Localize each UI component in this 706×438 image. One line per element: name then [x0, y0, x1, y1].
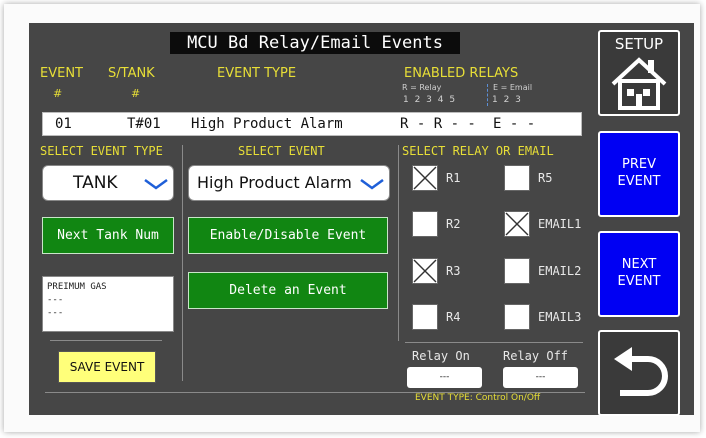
right-small-divider [405, 342, 583, 343]
relay-3-checkbox[interactable] [412, 258, 438, 284]
left-small-divider [50, 340, 162, 341]
relay-5-checkbox[interactable] [504, 165, 530, 191]
next-event-label-line1: NEXT [621, 257, 657, 272]
email-1-label: EMAIL1 [538, 217, 582, 231]
header-event: EVENT [40, 66, 83, 81]
event-relays: R - R - - [400, 116, 476, 132]
event-type-note: EVENT TYPE: Control On/Off [415, 393, 541, 403]
relay-3-label: R3 [446, 264, 461, 278]
delete-event-button[interactable]: Delete an Event [188, 272, 388, 309]
return-arrow-icon [614, 347, 668, 396]
relay-1-label: R1 [446, 171, 461, 185]
relay-on-label: Relay On [412, 349, 470, 363]
next-event-label-line2: EVENT [617, 274, 661, 289]
prev-event-label-line2: EVENT [617, 174, 661, 189]
header-event-type: EVENT TYPE [217, 66, 297, 81]
legend-divider [487, 84, 489, 106]
header-enabled-relays: ENABLED RELAYS [404, 66, 519, 81]
email-2-checkbox[interactable] [504, 258, 530, 284]
prev-event-label-line1: PREV [622, 157, 656, 172]
relay-4-label: R4 [446, 310, 461, 324]
email-3-checkbox[interactable] [504, 304, 530, 330]
relay-4-checkbox[interactable] [412, 304, 438, 330]
header-event-hash: # [53, 87, 63, 100]
save-event-button[interactable]: SAVE EVENT [58, 351, 156, 383]
relay-5-label: R5 [538, 171, 553, 185]
enable-disable-event-button[interactable]: Enable/Disable Event [188, 217, 388, 254]
back-button[interactable] [598, 330, 680, 416]
relay-1-checkbox[interactable] [412, 165, 438, 191]
select-event-label: SELECT EVENT [238, 144, 325, 158]
event-dropdown[interactable]: High Product Alarm [188, 165, 390, 201]
relay-2-label: R2 [446, 217, 461, 231]
event-row[interactable]: 01 T#01 High Product Alarm R - R - - E -… [42, 112, 582, 136]
email-2-label: EMAIL2 [538, 264, 582, 278]
email-numbers: 1 2 3 [492, 95, 521, 105]
check-x-icon [505, 212, 529, 236]
event-type: High Product Alarm [191, 116, 343, 132]
relay-numbers: 1 2 3 4 5 [403, 95, 456, 105]
relay-on-field[interactable]: --- [407, 367, 482, 388]
email-3-label: EMAIL3 [538, 310, 582, 324]
page-title: MCU Bd Relay/Email Events [170, 32, 460, 54]
check-x-icon [413, 259, 437, 283]
divider-right [398, 145, 399, 341]
select-event-type-label: SELECT EVENT TYPE [40, 144, 163, 158]
next-tank-num-button[interactable]: Next Tank Num [42, 217, 174, 254]
relay-off-label: Relay Off [503, 349, 569, 363]
notes-line-2: --- [47, 295, 64, 305]
event-emails: E - - [493, 116, 536, 132]
select-relay-email-label: SELECT RELAY OR EMAIL [402, 144, 554, 158]
relay-legend: R = Relay [402, 83, 442, 92]
email-1-checkbox[interactable] [504, 211, 530, 237]
event-type-dropdown[interactable]: TANK [42, 165, 174, 201]
home-icon [611, 57, 667, 110]
event-tank: T#01 [127, 116, 161, 132]
relay-2-checkbox[interactable] [412, 211, 438, 237]
email-legend: E = Email [493, 83, 533, 92]
chevron-down-icon [360, 178, 384, 190]
next-event-button[interactable]: NEXT EVENT [598, 231, 680, 317]
notes-line-1: PREIMUM GAS [47, 282, 107, 292]
tank-notes-field[interactable]: PREIMUM GAS --- --- [42, 276, 174, 332]
header-stank: S/TANK [108, 66, 155, 81]
notes-line-3: --- [47, 308, 64, 318]
prev-event-button[interactable]: PREV EVENT [598, 131, 680, 217]
event-type-dropdown-value: TANK [73, 173, 118, 193]
check-x-icon [413, 166, 437, 190]
header-stank-hash: # [131, 87, 141, 100]
chevron-down-icon [144, 178, 168, 190]
event-dropdown-value: High Product Alarm [197, 173, 352, 192]
relay-off-field[interactable]: --- [503, 367, 578, 388]
setup-label: SETUP [614, 35, 664, 53]
event-number: 01 [55, 116, 72, 132]
divider-left [182, 145, 183, 381]
setup-button[interactable]: SETUP [598, 30, 680, 116]
